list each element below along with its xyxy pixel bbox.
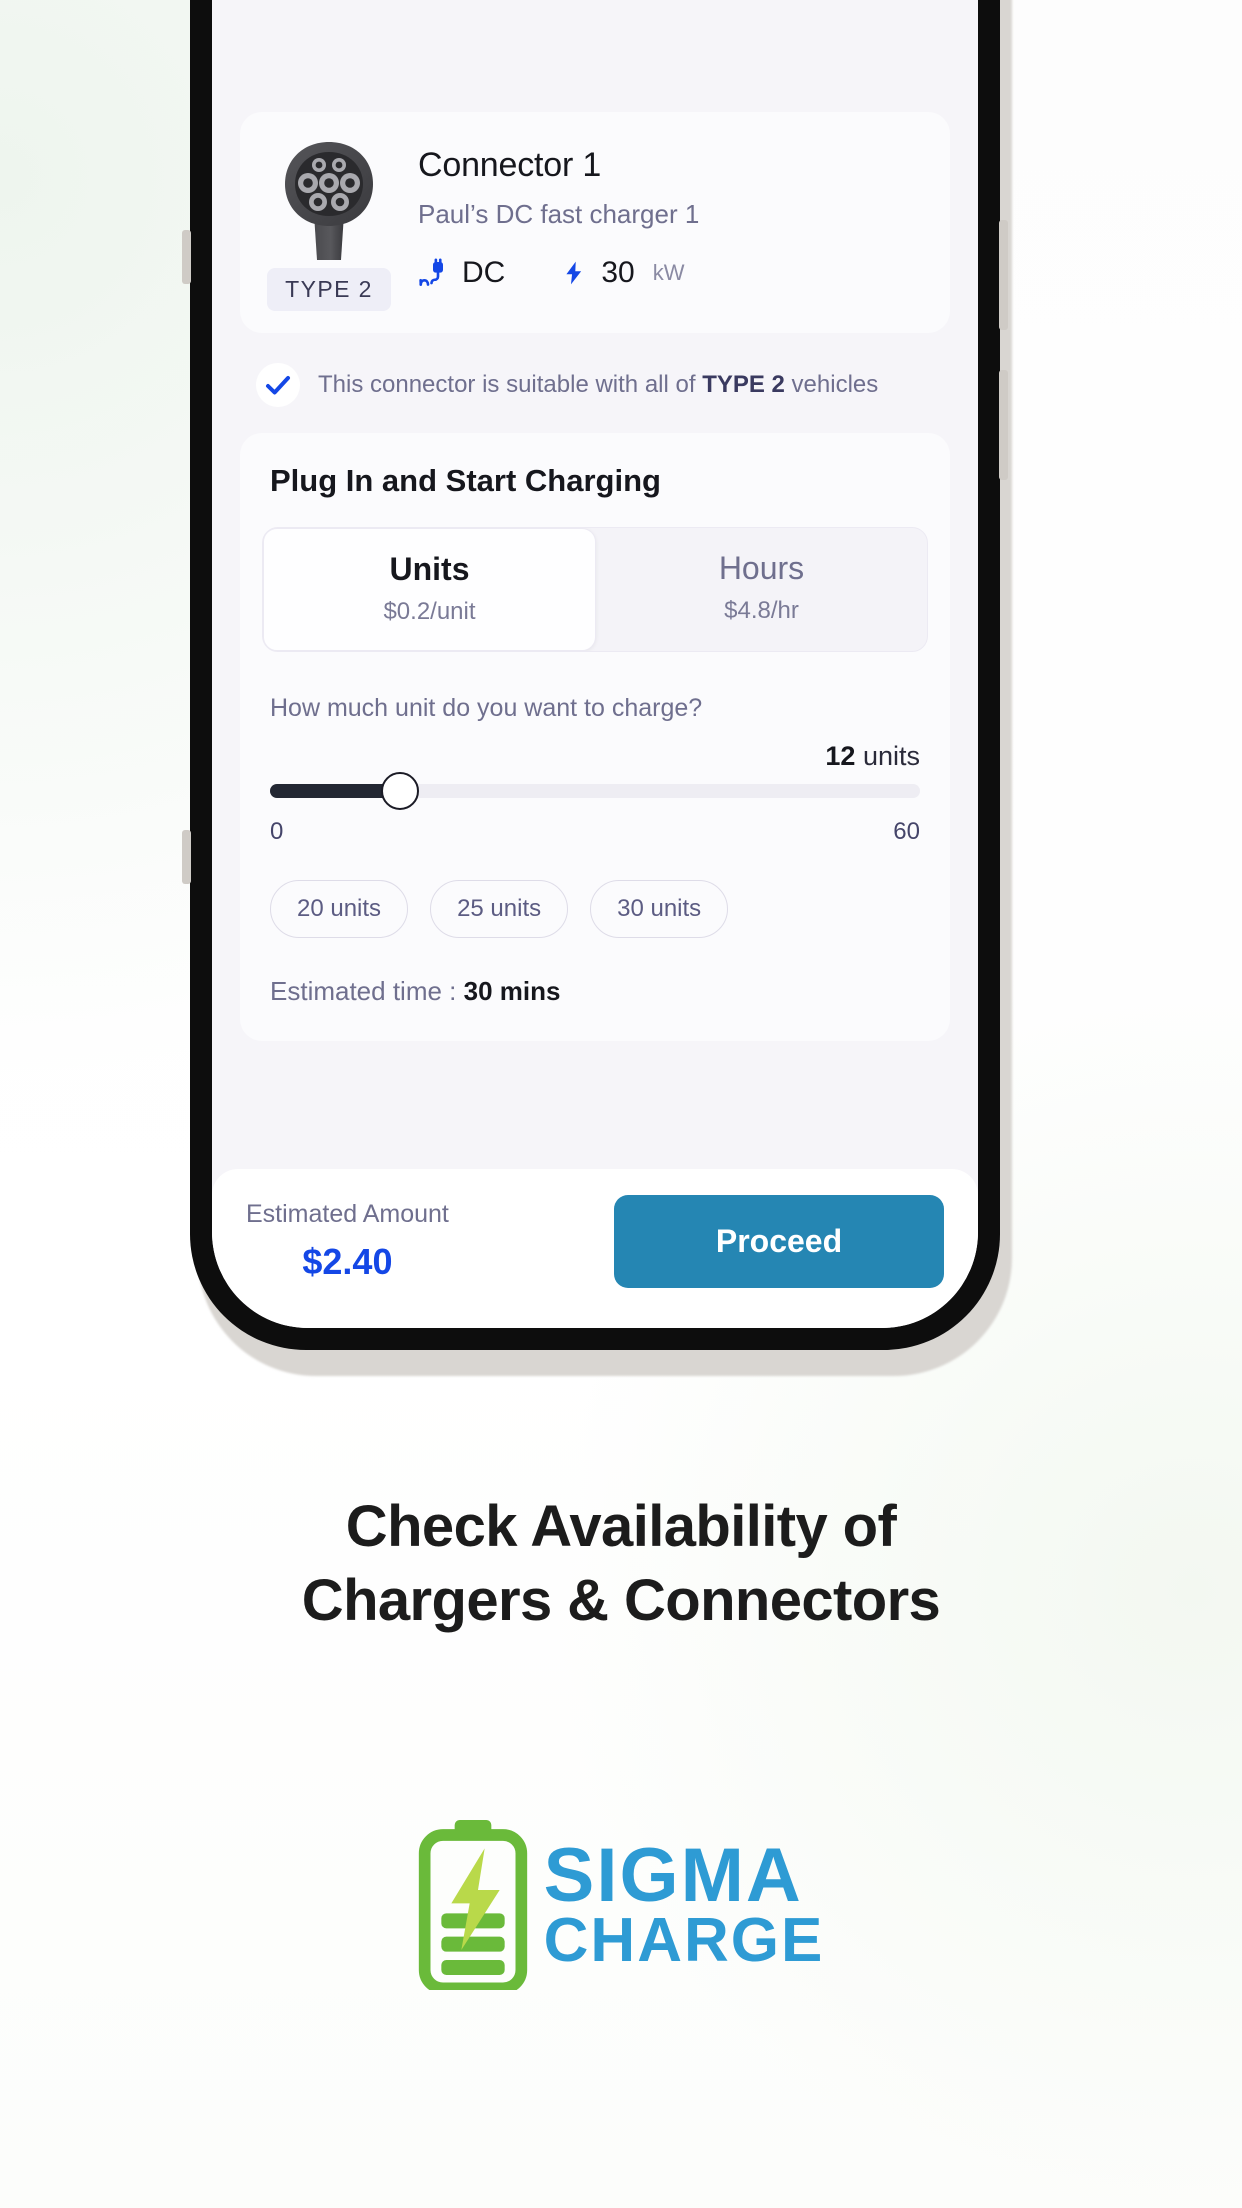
type2-connector-photo-icon: [285, 142, 373, 260]
tab-units-price: $0.2/unit: [383, 598, 476, 625]
proceed-button[interactable]: Proceed: [614, 1195, 944, 1288]
plug-in-card: Plug In and Start Charging Units $0.2/un…: [240, 433, 950, 1041]
headline-line-2: Chargers & Connectors: [301, 1568, 941, 1634]
estimated-amount-value: $2.40: [302, 1241, 393, 1282]
power-value: 30: [601, 256, 635, 289]
slider-track[interactable]: [270, 772, 920, 810]
current-type-value: DC: [462, 256, 506, 289]
phone-silent-switch[interactable]: [182, 230, 191, 284]
connector-image-block: TYPE 2: [266, 138, 392, 311]
charging-mode-switch[interactable]: Units $0.2/unit Hours $4.8/hr: [262, 527, 928, 652]
estimated-time-label: Estimated time :: [270, 976, 464, 1006]
chip-25-units[interactable]: 25 units: [430, 880, 569, 938]
screen-scroll-area[interactable]: TYPE 2 Connector 1 Paul’s DC fast charge…: [212, 0, 978, 1169]
units-slider[interactable]: 0 60: [262, 772, 928, 846]
quick-unit-chips: 20 units 25 units 30 units: [262, 880, 928, 938]
brand-logo: SIGMA CHARGE: [0, 1820, 1242, 1990]
selected-units-readout: 12 units: [262, 741, 928, 772]
chip-30-units[interactable]: 30 units: [590, 880, 729, 938]
connector-card[interactable]: TYPE 2 Connector 1 Paul’s DC fast charge…: [240, 112, 950, 333]
current-type-item: DC: [418, 256, 505, 290]
ev-plug-icon: [418, 258, 448, 288]
promo-page: TYPE 2 Connector 1 Paul’s DC fast charge…: [0, 0, 1242, 2208]
phone-frame: TYPE 2 Connector 1 Paul’s DC fast charge…: [182, 0, 1008, 1350]
power-unit: kW: [652, 260, 685, 285]
brand-wordmark: SIGMA CHARGE: [543, 1833, 825, 1975]
phone-power-button[interactable]: [182, 830, 191, 884]
brand-word-sigma: SIGMA: [543, 1833, 803, 1919]
suitability-row: This connector is suitable with all of T…: [240, 333, 950, 433]
connector-title: Connector 1: [418, 146, 602, 184]
check-icon: [256, 363, 300, 407]
connector-details: Connector 1 Paul’s DC fast charger 1 DC …: [418, 138, 924, 290]
estimated-amount-block: Estimated Amount $2.40: [246, 1200, 449, 1283]
connector-meta-row: DC 30 kW: [418, 256, 924, 290]
suitability-highlight: TYPE 2: [702, 371, 785, 398]
tab-units[interactable]: Units $0.2/unit: [263, 528, 596, 651]
slider-min-label: 0: [270, 818, 284, 845]
power-item: 30 kW: [561, 256, 684, 290]
battery-charging-icon: [418, 1820, 527, 1990]
connector-type-badge: TYPE 2: [267, 268, 391, 311]
headline-line-1: Check Availability of: [345, 1494, 897, 1559]
suitability-prefix: This connector is suitable with all of: [318, 371, 703, 398]
phone-volume-up-button[interactable]: [999, 220, 1008, 330]
estimated-time-value: 30 mins: [463, 976, 561, 1006]
bottom-action-bar: Estimated Amount $2.40 Proceed: [212, 1169, 978, 1328]
phone-mockup: TYPE 2 Connector 1 Paul’s DC fast charge…: [182, 0, 1020, 1380]
brand-word-charge: CHARGE: [543, 1905, 825, 1975]
phone-volume-down-button[interactable]: [999, 370, 1008, 480]
connector-subtitle: Paul’s DC fast charger 1: [418, 199, 700, 229]
units-question: How much unit do you want to charge?: [270, 694, 703, 722]
phone-screen: TYPE 2 Connector 1 Paul’s DC fast charge…: [212, 0, 978, 1328]
chip-20-units[interactable]: 20 units: [270, 880, 409, 938]
plug-in-title: Plug In and Start Charging: [270, 463, 661, 498]
selected-units-value: 12: [825, 741, 856, 771]
suitability-text: This connector is suitable with all of T…: [318, 371, 878, 399]
tab-hours-label: Hours: [718, 550, 805, 586]
selected-units-unit: units: [862, 741, 920, 771]
tab-hours[interactable]: Hours $4.8/hr: [596, 528, 927, 651]
page-title: Check Availability of Chargers & Connect…: [0, 1490, 1242, 1638]
tab-units-label: Units: [389, 551, 470, 587]
tab-hours-price: $4.8/hr: [724, 597, 799, 624]
slider-max-label: 60: [893, 818, 920, 845]
lightning-bolt-icon: [561, 258, 587, 288]
suitability-suffix: vehicles: [784, 371, 879, 398]
estimated-time-row: Estimated time : 30 mins: [262, 976, 928, 1007]
slider-thumb[interactable]: [381, 772, 419, 810]
slider-range-labels: 0 60: [270, 818, 920, 846]
estimated-amount-label: Estimated Amount: [246, 1200, 449, 1228]
